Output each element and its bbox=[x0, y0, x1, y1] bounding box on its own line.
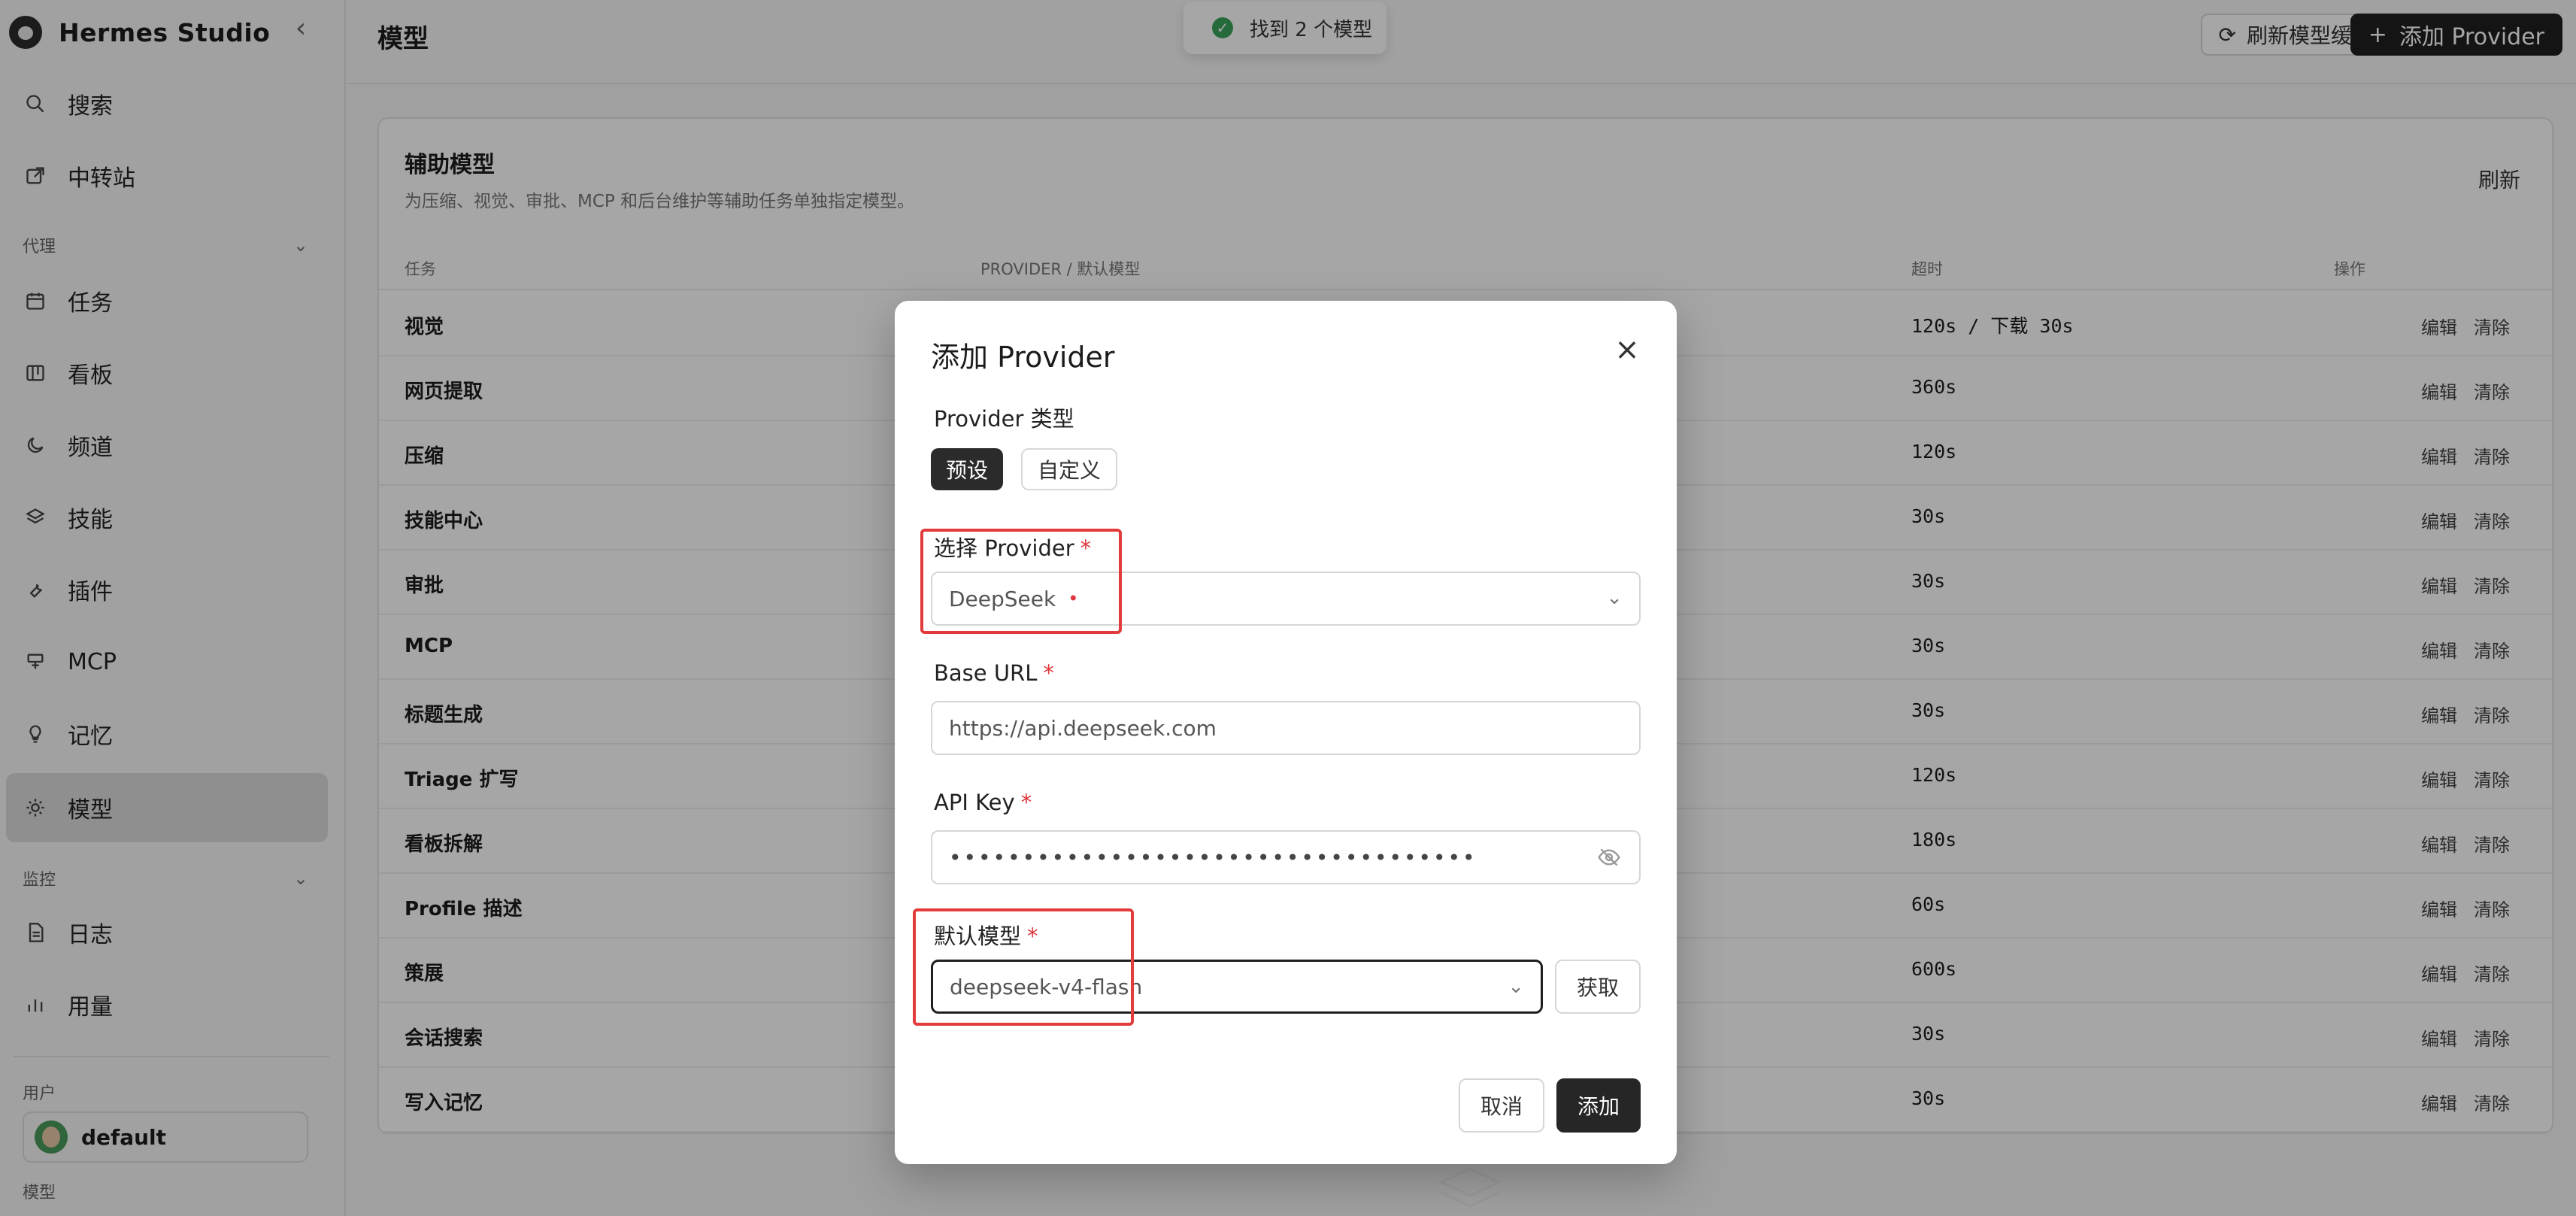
highlight-box-default-model bbox=[913, 908, 1134, 1026]
label-text: API Key bbox=[934, 790, 1015, 815]
api-key-value: •••••••••••••••••••••••••••••••••••• bbox=[949, 845, 1477, 870]
required-mark: * bbox=[1043, 660, 1054, 686]
required-mark: * bbox=[1020, 790, 1032, 815]
base-url-value: https://api.deepseek.com bbox=[949, 715, 1217, 741]
highlight-box-provider bbox=[920, 529, 1122, 634]
provider-type-toggle: 预设 自定义 bbox=[931, 448, 1135, 490]
add-provider-dialog: 添加 Provider × Provider 类型 预设 自定义 选择 Prov… bbox=[895, 301, 1677, 1164]
layers-icon bbox=[1436, 1164, 1504, 1216]
base-url-label: Base URL * bbox=[934, 660, 1054, 686]
cancel-button[interactable]: 取消 bbox=[1459, 1078, 1544, 1133]
base-url-input[interactable]: https://api.deepseek.com bbox=[931, 701, 1641, 755]
chevron-down-icon: ⌄ bbox=[1508, 975, 1524, 998]
fetch-models-button[interactable]: 获取 bbox=[1555, 960, 1641, 1014]
eye-off-icon[interactable] bbox=[1597, 845, 1621, 875]
dialog-title: 添加 Provider bbox=[931, 341, 1115, 374]
add-button[interactable]: 添加 bbox=[1556, 1078, 1641, 1133]
chevron-down-icon: ⌄ bbox=[1606, 587, 1623, 609]
api-key-label: API Key * bbox=[934, 790, 1032, 815]
type-preset-button[interactable]: 预设 bbox=[931, 448, 1004, 490]
provider-type-label: Provider 类型 bbox=[934, 406, 1074, 432]
close-icon[interactable]: × bbox=[1612, 335, 1642, 365]
label-text: Base URL bbox=[934, 660, 1038, 686]
api-key-input[interactable]: •••••••••••••••••••••••••••••••••••• bbox=[931, 830, 1641, 884]
type-custom-button[interactable]: 自定义 bbox=[1021, 448, 1118, 490]
